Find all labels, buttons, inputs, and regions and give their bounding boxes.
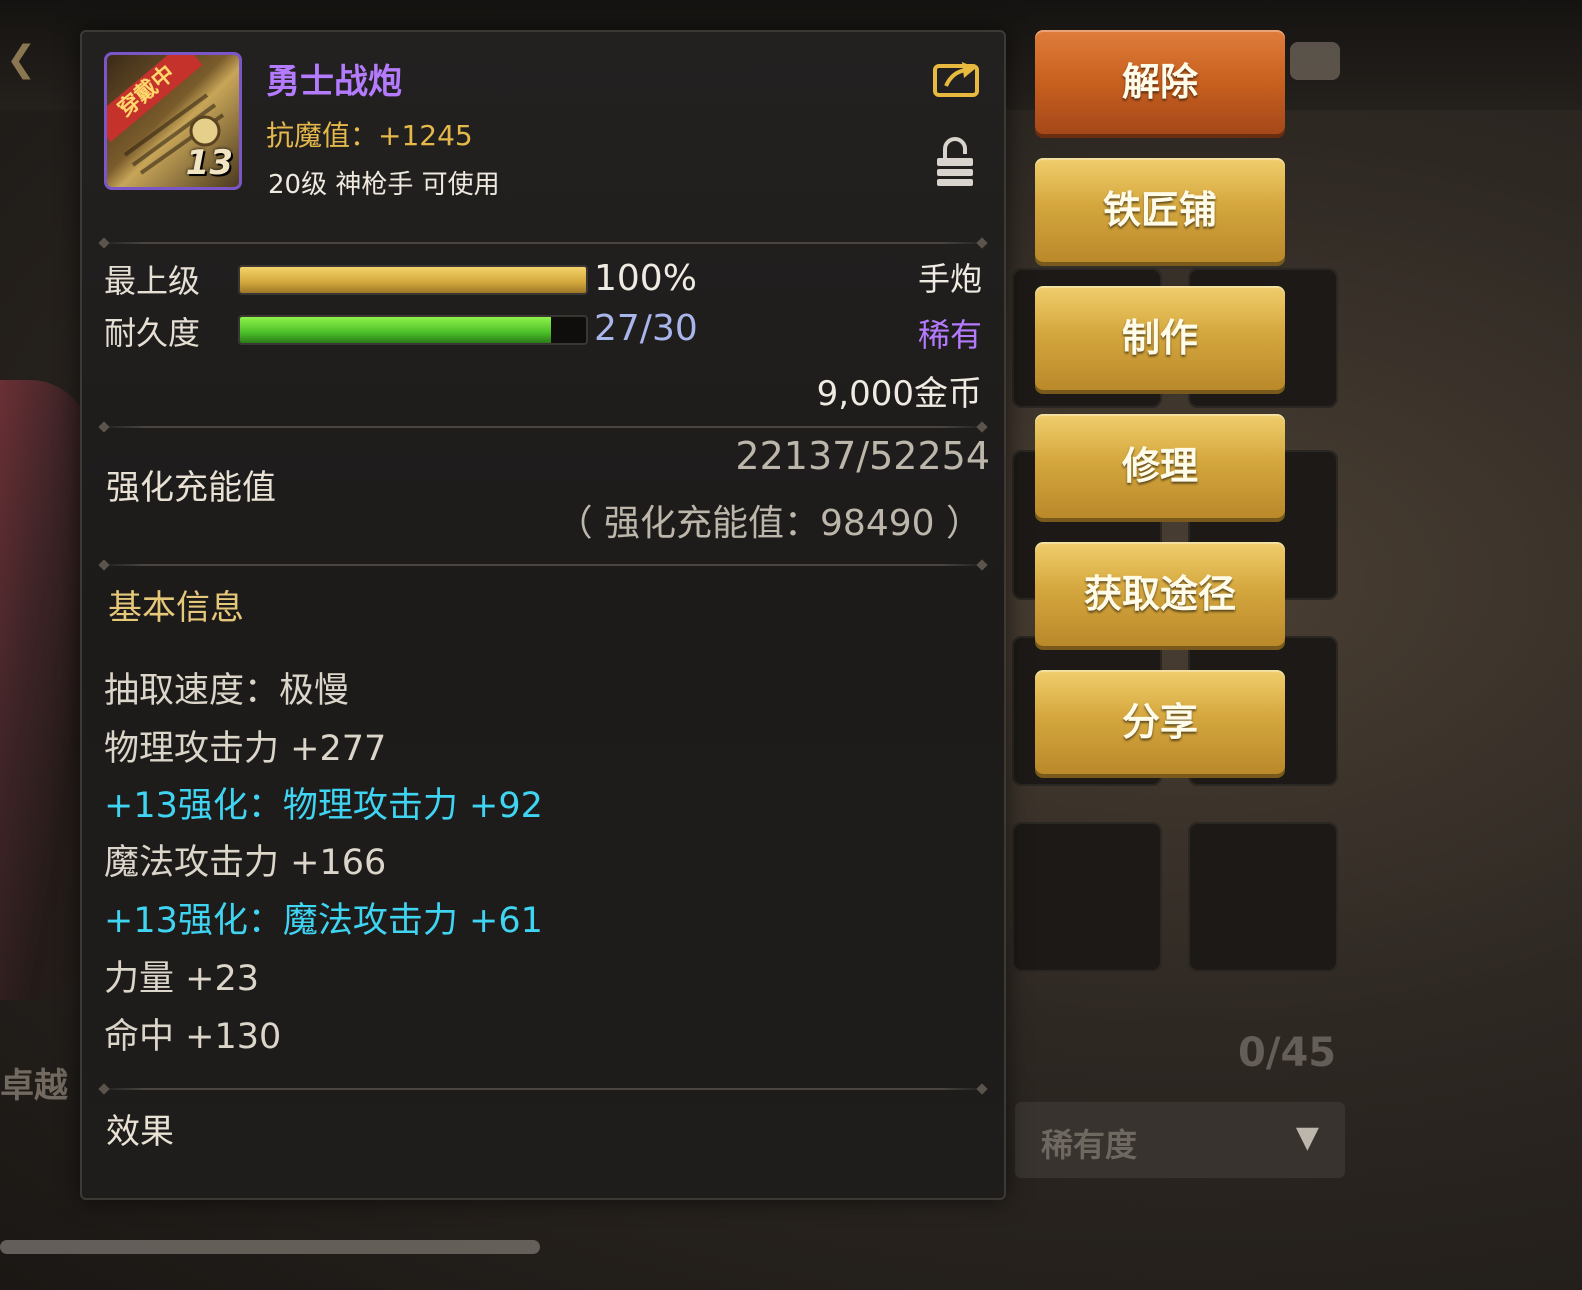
basic-info-title: 基本信息	[108, 588, 244, 628]
usage-requirement: 20级 神枪手 可使用	[268, 170, 500, 200]
durability-bar	[238, 315, 588, 345]
back-icon[interactable]: ❮	[6, 38, 50, 82]
inventory-count: 0/45	[1238, 1030, 1337, 1076]
rarity-label: 稀有	[917, 316, 982, 354]
item-name: 勇士战炮	[266, 62, 402, 102]
stat-line: 命中 +130	[104, 1017, 282, 1057]
divider	[100, 1088, 986, 1090]
grade-bar-fill	[240, 267, 586, 293]
grade-value: 100%	[594, 258, 697, 299]
charge-total: （ 强化充能值：98490 ）	[556, 503, 982, 544]
obtain-route-button[interactable]: 获取途径	[1035, 542, 1285, 646]
divider	[100, 426, 986, 428]
weapon-type: 手炮	[917, 260, 982, 298]
horizontal-scrollbar[interactable]	[0, 1240, 540, 1254]
item-detail-panel: 穿戴中 13 勇士战炮 抗魔值：+1245 20级 神枪手 可使用 最上级 10…	[80, 30, 1006, 1200]
inventory-slot[interactable]	[1188, 822, 1338, 972]
dropdown-arrow-icon: ▼	[1295, 1120, 1319, 1155]
chat-icon[interactable]	[1290, 42, 1340, 80]
charge-value: 22137/52254	[735, 434, 990, 478]
durability-label: 耐久度	[104, 314, 201, 352]
divider	[100, 564, 986, 566]
stat-line: 物理攻击力 +277	[104, 729, 387, 769]
sort-dropdown-label: 稀有度	[1041, 1126, 1138, 1164]
share-icon[interactable]	[932, 56, 982, 98]
magic-resistance: 抗魔值：+1245	[266, 119, 473, 152]
enhance-level-badge: 13	[185, 143, 233, 183]
effect-title: 效果	[106, 1112, 174, 1152]
repair-button[interactable]: 修理	[1035, 414, 1285, 518]
share-button[interactable]: 分享	[1035, 670, 1285, 774]
blacksmith-button[interactable]: 铁匠铺	[1035, 158, 1285, 262]
lock-icon[interactable]	[934, 134, 976, 188]
stat-line: +13强化：物理攻击力 +92	[104, 786, 543, 826]
price: 9,000金币	[816, 374, 982, 414]
unequip-button[interactable]: 解除	[1035, 30, 1285, 134]
durability-value: 27/30	[594, 308, 698, 349]
grade-label: 最上级	[104, 262, 201, 300]
stat-line: 抽取速度：极慢	[104, 671, 350, 711]
inventory-slot[interactable]	[1012, 822, 1162, 972]
stat-line: 魔法攻击力 +166	[104, 843, 387, 883]
charge-label: 强化充能值	[106, 468, 276, 508]
durability-bar-fill	[240, 317, 552, 343]
stat-line: +13强化：魔法攻击力 +61	[104, 901, 543, 941]
stat-line: 力量 +23	[104, 959, 259, 999]
divider	[100, 242, 986, 244]
craft-button[interactable]: 制作	[1035, 286, 1285, 390]
background-left-label: 卓越	[0, 1066, 68, 1106]
grade-bar	[238, 265, 588, 295]
character-portrait	[0, 380, 90, 1000]
sort-dropdown[interactable]: 稀有度 ▼	[1015, 1102, 1345, 1178]
weapon-hand-cannon-icon: 穿戴中 13	[104, 52, 242, 190]
